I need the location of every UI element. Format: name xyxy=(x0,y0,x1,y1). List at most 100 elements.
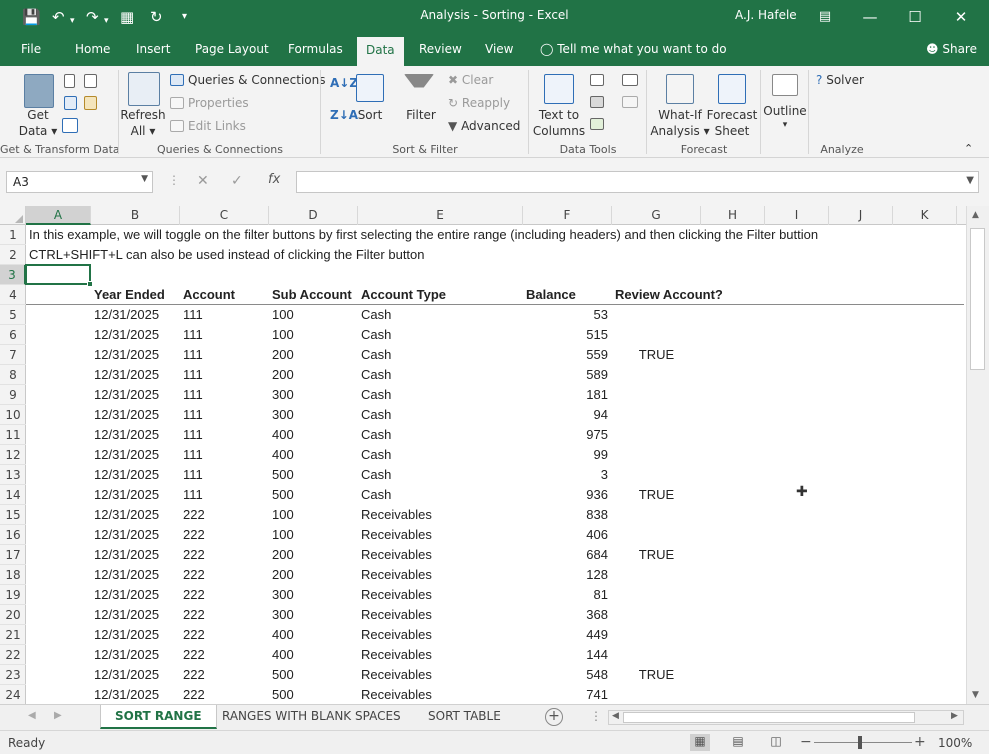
cell-c4[interactable]: Account xyxy=(180,285,269,305)
cell-d17[interactable]: 200 xyxy=(269,545,358,565)
tab-data[interactable]: Data xyxy=(357,37,404,66)
cell-c19[interactable]: 222 xyxy=(180,585,269,605)
cell-a1[interactable]: In this example, we will toggle on the f… xyxy=(26,225,946,245)
cell-d21[interactable]: 400 xyxy=(269,625,358,645)
cell-f8[interactable]: 589 xyxy=(523,365,612,385)
page-layout-view-icon[interactable]: ▤ xyxy=(728,734,748,751)
scroll-down-icon[interactable]: ▼ xyxy=(972,690,979,700)
from-text-icon[interactable] xyxy=(64,74,75,88)
cell-f24[interactable]: 741 xyxy=(523,685,612,704)
row-header[interactable]: 1 xyxy=(0,225,26,245)
outline-icon[interactable] xyxy=(772,74,798,96)
cell-b17[interactable]: 12/31/2025 xyxy=(91,545,180,565)
cell-c21[interactable]: 222 xyxy=(180,625,269,645)
active-cell-selection[interactable] xyxy=(25,264,93,287)
cell-f23[interactable]: 548 xyxy=(523,665,612,685)
reapply-button[interactable]: ↻ Reapply xyxy=(448,96,510,110)
cell-d10[interactable]: 300 xyxy=(269,405,358,425)
cell-e12[interactable]: Cash xyxy=(358,445,523,465)
cell-b5[interactable]: 12/31/2025 xyxy=(91,305,180,325)
cell-e4[interactable]: Account Type xyxy=(358,285,523,305)
zoom-level[interactable]: 100% xyxy=(938,736,972,750)
cell-e7[interactable]: Cash xyxy=(358,345,523,365)
cell-b4[interactable]: Year Ended xyxy=(91,285,180,305)
column-header[interactable]: J xyxy=(829,206,893,225)
forecast-label[interactable]: Forecast xyxy=(706,108,758,122)
cell-f16[interactable]: 406 xyxy=(523,525,612,545)
cell-d8[interactable]: 200 xyxy=(269,365,358,385)
zoom-out-icon[interactable]: − xyxy=(800,734,812,750)
row-header[interactable]: 23 xyxy=(0,665,26,685)
column-header[interactable]: G xyxy=(612,206,701,225)
what-if-label[interactable]: What-If xyxy=(650,108,710,122)
cell-c6[interactable]: 111 xyxy=(180,325,269,345)
maximize-icon[interactable]: ☐ xyxy=(898,4,932,30)
refresh-all-label[interactable]: All ▾ xyxy=(120,124,166,138)
row-header[interactable]: 19 xyxy=(0,585,26,605)
cell-d20[interactable]: 300 xyxy=(269,605,358,625)
row-header[interactable]: 20 xyxy=(0,605,26,625)
row-header[interactable]: 3 xyxy=(0,265,26,285)
cell-b19[interactable]: 12/31/2025 xyxy=(91,585,180,605)
close-icon[interactable]: ✕ xyxy=(944,4,978,30)
cancel-icon[interactable]: ✕ xyxy=(197,173,209,189)
user-name[interactable]: A.J. Hafele xyxy=(735,8,797,22)
insert-function-icon[interactable]: fx xyxy=(268,172,280,187)
cell-e22[interactable]: Receivables xyxy=(358,645,523,665)
cell-b23[interactable]: 12/31/2025 xyxy=(91,665,180,685)
cell-b21[interactable]: 12/31/2025 xyxy=(91,625,180,645)
horizontal-scrollbar[interactable]: ◀ ▶ xyxy=(608,710,964,725)
cell-c10[interactable]: 111 xyxy=(180,405,269,425)
cell-e15[interactable]: Receivables xyxy=(358,505,523,525)
column-header[interactable]: C xyxy=(180,206,269,225)
row-header[interactable]: 5 xyxy=(0,305,26,325)
page-break-view-icon[interactable]: ◫ xyxy=(766,734,786,751)
cell-f21[interactable]: 449 xyxy=(523,625,612,645)
zoom-slider-handle[interactable] xyxy=(858,736,862,749)
cell-b24[interactable]: 12/31/2025 xyxy=(91,685,180,704)
row-header[interactable]: 15 xyxy=(0,505,26,525)
cell-e16[interactable]: Receivables xyxy=(358,525,523,545)
cell-f13[interactable]: 3 xyxy=(523,465,612,485)
tab-file[interactable]: File xyxy=(21,42,41,56)
column-header[interactable]: K xyxy=(893,206,957,225)
analysis-label[interactable]: Analysis ▾ xyxy=(650,124,710,138)
scroll-right-icon[interactable]: ▶ xyxy=(951,711,958,721)
row-header[interactable]: 7 xyxy=(0,345,26,365)
select-all-button[interactable] xyxy=(0,206,26,225)
cell-c24[interactable]: 222 xyxy=(180,685,269,704)
row-header[interactable]: 17 xyxy=(0,545,26,565)
cell-e20[interactable]: Receivables xyxy=(358,605,523,625)
column-header[interactable]: H xyxy=(701,206,765,225)
cell-g9[interactable] xyxy=(612,385,701,405)
cell-b6[interactable]: 12/31/2025 xyxy=(91,325,180,345)
sort-a-z-icon[interactable]: A↓Z xyxy=(330,76,358,90)
cell-d12[interactable]: 400 xyxy=(269,445,358,465)
cell-e21[interactable]: Receivables xyxy=(358,625,523,645)
cell-d19[interactable]: 300 xyxy=(269,585,358,605)
queries-connections-button[interactable]: Queries & Connections xyxy=(188,73,325,87)
cell-g22[interactable] xyxy=(612,645,701,665)
add-sheet-button[interactable]: + xyxy=(545,708,563,726)
cell-b11[interactable]: 12/31/2025 xyxy=(91,425,180,445)
filter-button[interactable]: Filter xyxy=(400,108,442,122)
tab-insert[interactable]: Insert xyxy=(136,42,170,56)
row-header[interactable]: 9 xyxy=(0,385,26,405)
cell-f20[interactable]: 368 xyxy=(523,605,612,625)
outline-dropdown-icon[interactable]: ▾ xyxy=(762,120,808,130)
cell-g12[interactable] xyxy=(612,445,701,465)
cell-d16[interactable]: 100 xyxy=(269,525,358,545)
cell-g6[interactable] xyxy=(612,325,701,345)
column-header[interactable]: D xyxy=(269,206,358,225)
clear-button[interactable]: ✖ Clear xyxy=(448,73,493,87)
scroll-up-icon[interactable]: ▲ xyxy=(972,210,979,220)
cell-d22[interactable]: 400 xyxy=(269,645,358,665)
row-header[interactable]: 14 xyxy=(0,485,26,505)
cell-d15[interactable]: 100 xyxy=(269,505,358,525)
cell-f14[interactable]: 936 xyxy=(523,485,612,505)
cell-b18[interactable]: 12/31/2025 xyxy=(91,565,180,585)
relationships-icon[interactable] xyxy=(622,96,638,108)
cell-b12[interactable]: 12/31/2025 xyxy=(91,445,180,465)
cell-e9[interactable]: Cash xyxy=(358,385,523,405)
row-header[interactable]: 8 xyxy=(0,365,26,385)
